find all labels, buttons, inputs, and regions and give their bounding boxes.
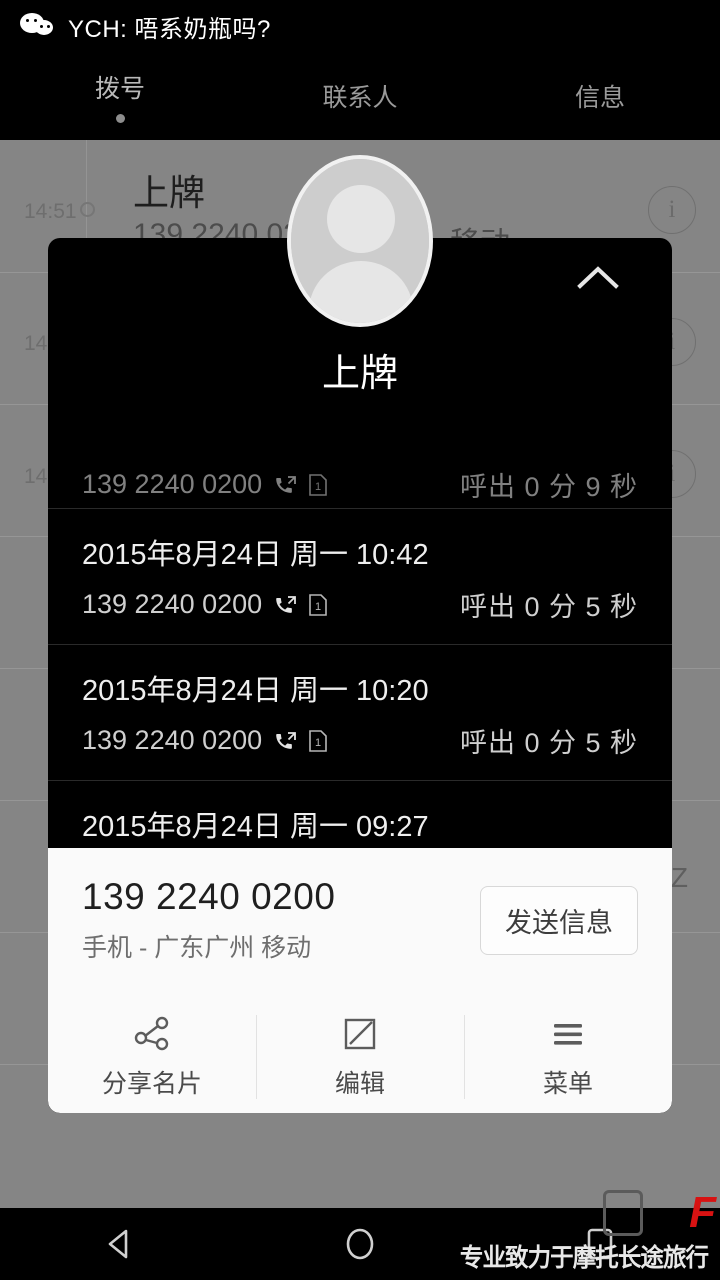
notification-text: YCH: 唔系奶瓶吗? [68,15,271,43]
circle-icon [346,1228,374,1260]
sim-1-icon: 1 [309,729,327,752]
card-phone-number: 139 2240 0200 [82,876,336,917]
back-button[interactable] [0,1223,240,1265]
outgoing-call-icon [276,595,297,613]
share-icon [134,1016,169,1051]
contact-action-card: 139 2240 0200 手机 - 广东广州 移动 发送信息 分享名片 编辑 … [48,848,672,1113]
contact-detail-dialog: 上牌 139 2240 0200 1 呼出 0 分 9 秒 2015年8月24日… [48,238,672,1113]
share-contact-label: 分享名片 [101,1070,202,1098]
menu-button[interactable]: 菜单 [464,1001,672,1113]
call-duration: 呼出 0 分 5 秒 [459,728,638,758]
call-history-list[interactable]: 139 2240 0200 1 呼出 0 分 9 秒 2015年8月24日 周一… [48,438,672,916]
call-log-entry[interactable]: 2015年8月24日 周一 10:20 139 2240 0200 1 呼出 0… [48,644,672,780]
timeline-marker [80,202,95,217]
call-number: 139 2240 0200 [82,589,263,619]
outgoing-call-icon [276,475,297,493]
bg-contact-name: 上牌 [133,172,206,213]
svg-text:1: 1 [315,481,321,493]
call-duration: 呼出 0 分 9 秒 [459,472,638,502]
card-phone-subtitle: 手机 - 广东广州 移动 [82,934,312,962]
svg-text:1: 1 [315,737,321,749]
call-duration: 呼出 0 分 5 秒 [459,592,638,622]
card-action-row: 分享名片 编辑 菜单 [48,1001,672,1113]
send-message-button[interactable]: 发送信息 [480,885,638,955]
chevron-up-icon[interactable] [576,262,620,292]
tab-contacts[interactable]: 联系人 [240,52,480,140]
tab-dialer-label: 拨号 [94,75,145,103]
menu-label: 菜单 [542,1070,593,1098]
tab-bar: 拨号 联系人 信息 [0,52,720,140]
call-date: 2015年8月24日 周一 10:20 [82,675,429,707]
avatar [287,155,433,327]
home-button[interactable] [240,1223,480,1265]
tab-contacts-label: 联系人 [322,84,398,112]
bg-stray-text: Z [670,862,688,893]
notification-bar[interactable]: YCH: 唔系奶瓶吗? [0,0,720,52]
edit-contact-button[interactable]: 编辑 [256,1001,464,1113]
sim-1-icon: 1 [309,593,327,616]
info-icon[interactable]: i [648,186,696,234]
call-log-entry-clipped[interactable]: 139 2240 0200 1 呼出 0 分 9 秒 [48,438,672,508]
tab-active-indicator [115,114,125,123]
call-date: 2015年8月24日 周一 10:42 [82,539,429,571]
card-number-block: 139 2240 0200 手机 - 广东广州 移动 [82,876,335,964]
dialog-contact-name: 上牌 [321,353,398,395]
call-number: 139 2240 0200 [82,725,263,755]
tab-messages-label: 信息 [574,84,625,112]
svg-text:1: 1 [315,601,321,613]
watermark-text: 专业致力于摩托长途旅行 [459,1244,709,1272]
call-number: 139 2240 0200 [82,469,263,499]
call-time: 14:51 [24,200,77,223]
triangle-left-icon [108,1229,128,1259]
sim-1-icon: 1 [309,473,327,496]
edit-contact-label: 编辑 [334,1070,385,1098]
wechat-icon [20,11,60,41]
watermark-logo: F [689,1188,716,1237]
edit-icon [344,1018,376,1050]
menu-icon [554,1024,582,1045]
watermark-box-icon [603,1190,644,1236]
phone-screen: YCH: 唔系奶瓶吗? 拨号 联系人 信息 14:51 14: 14: 上牌 1… [0,0,720,1280]
outgoing-call-icon [276,731,297,749]
share-contact-button[interactable]: 分享名片 [48,1001,256,1113]
watermark: F 专业致力于摩托长途旅行 [452,1190,716,1274]
call-date: 2015年8月24日 周一 09:27 [82,811,429,843]
tab-dialer[interactable]: 拨号 [0,52,240,140]
tab-messages[interactable]: 信息 [480,52,720,140]
call-entry-left: 139 2240 0200 1 [82,469,338,500]
call-log-entry[interactable]: 2015年8月24日 周一 10:42 139 2240 0200 1 呼出 0… [48,508,672,644]
